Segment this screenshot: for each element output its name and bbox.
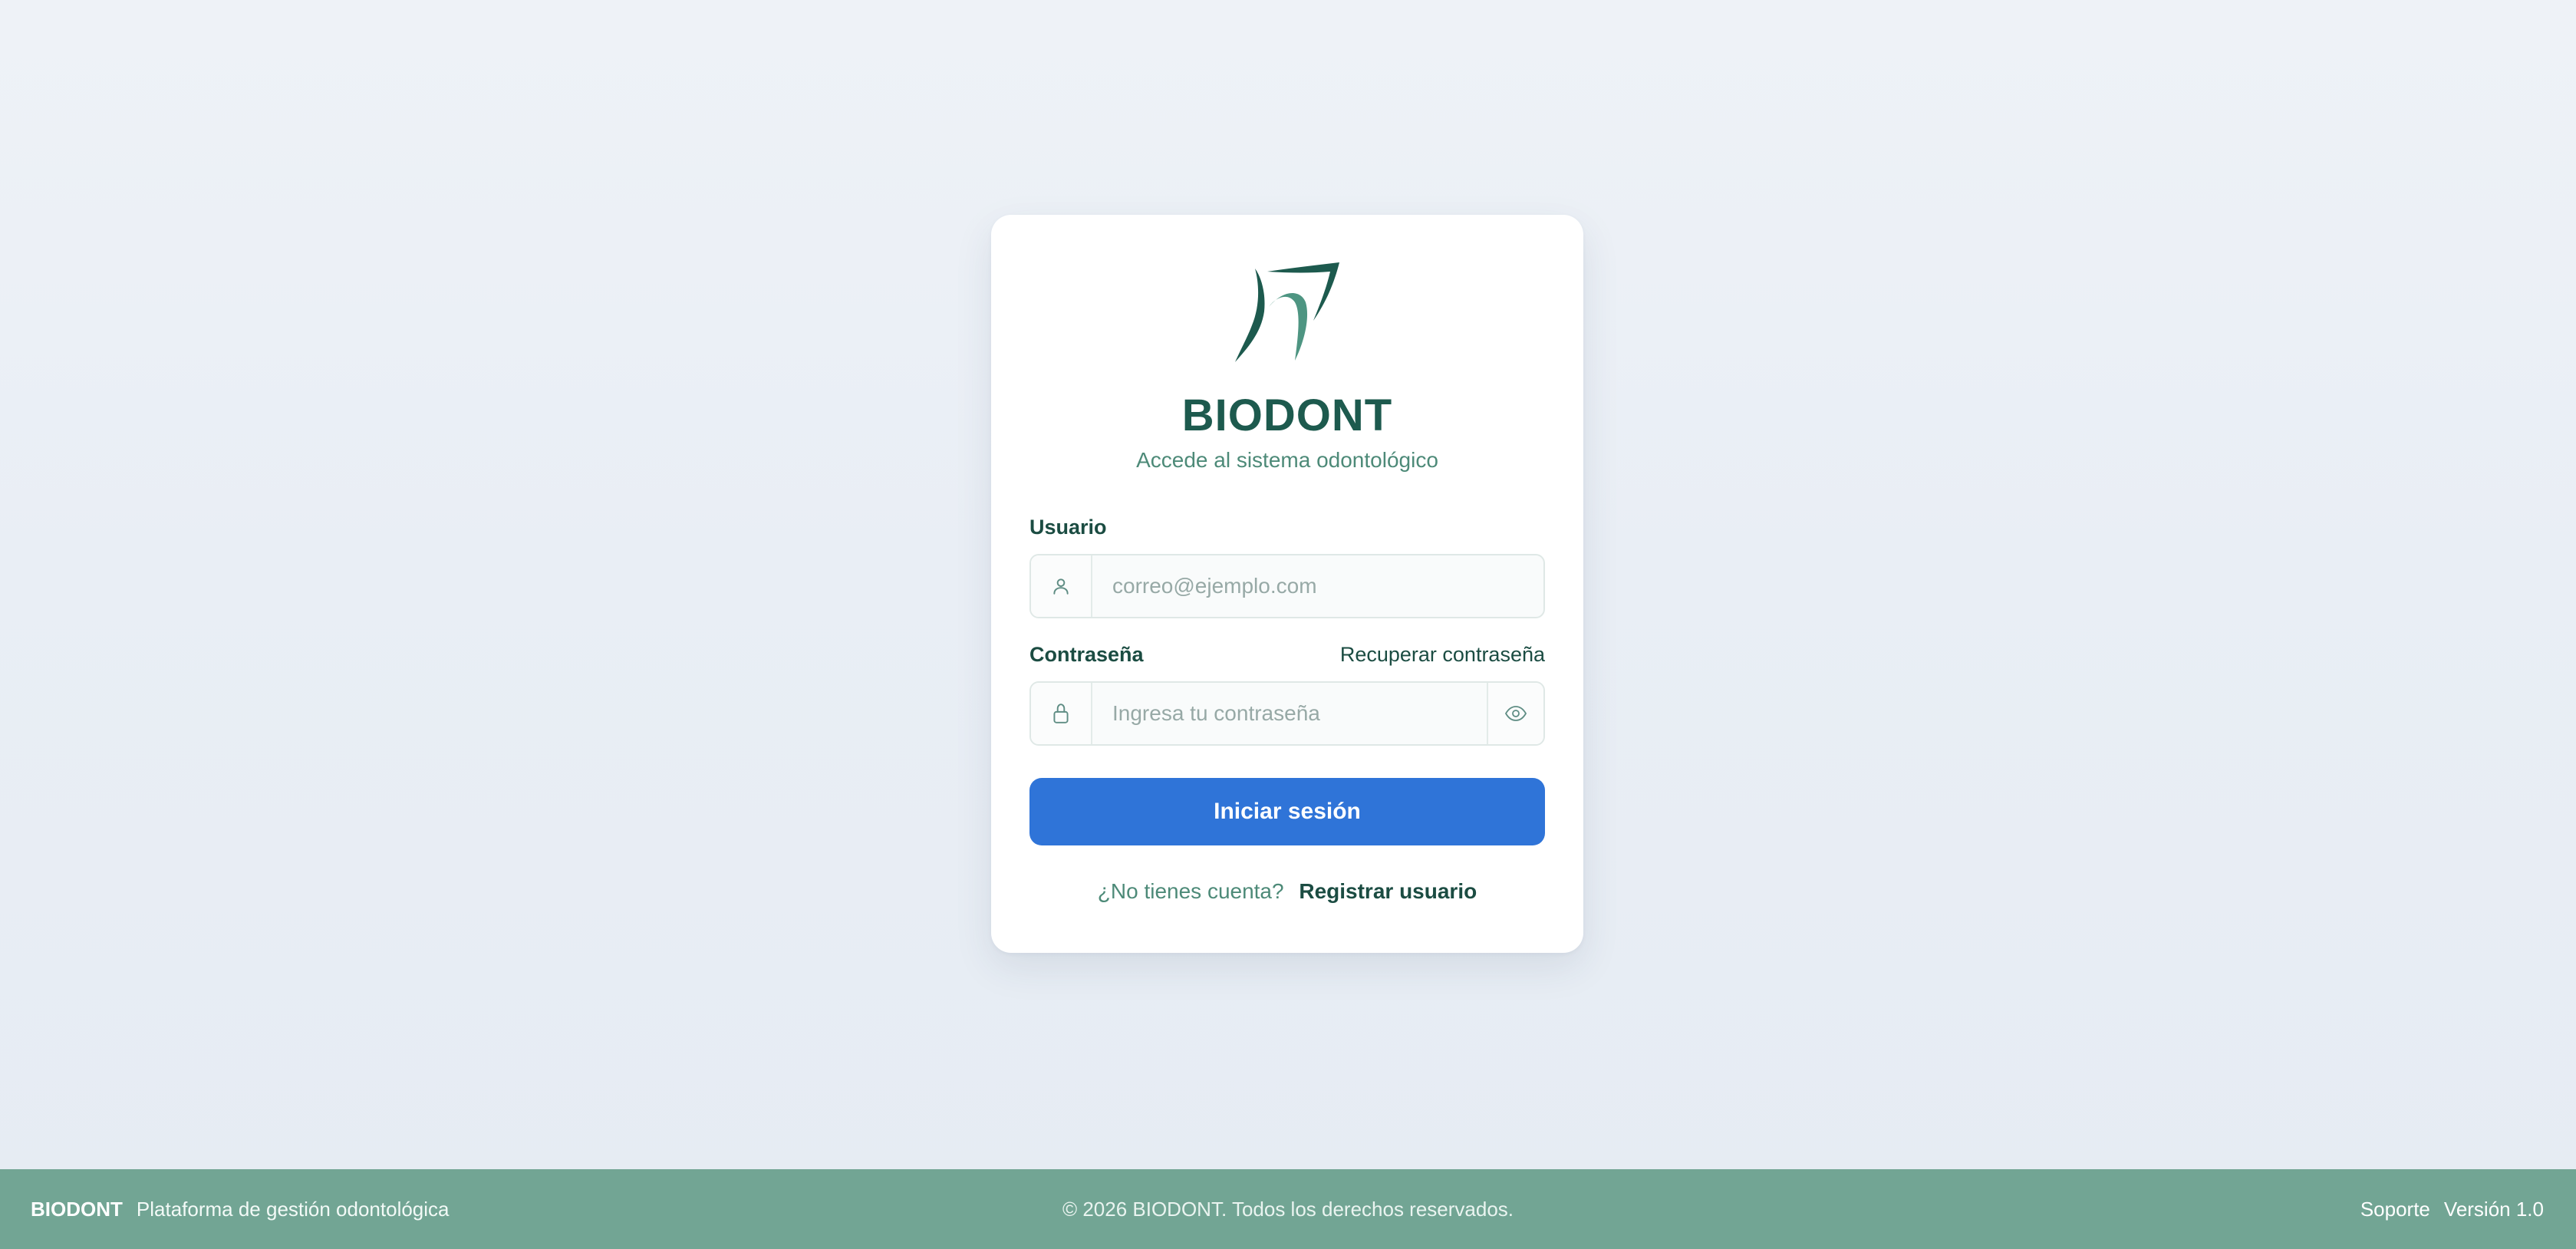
brand-subtitle: Accede al sistema odontológico — [1136, 448, 1438, 472]
register-question: ¿No tienes cuenta? — [1097, 879, 1284, 903]
version-label: Versión 1.0 — [2443, 1197, 2544, 1221]
recover-password-link[interactable]: Recuperar contraseña — [1340, 643, 1545, 667]
password-label: Contraseña — [1029, 643, 1144, 666]
username-label: Usuario — [1029, 516, 1107, 539]
username-field — [1029, 554, 1545, 618]
user-icon — [1031, 555, 1092, 617]
password-input[interactable] — [1092, 683, 1487, 744]
login-page: BIODONT Accede al sistema odontológico U… — [0, 0, 2576, 1169]
username-input[interactable] — [1092, 555, 1543, 617]
tooth-icon — [1235, 262, 1339, 362]
support-link[interactable]: Soporte — [2360, 1198, 2430, 1221]
register-link[interactable]: Registrar usuario — [1299, 879, 1477, 903]
lock-icon — [1031, 683, 1092, 744]
footer-copyright: © 2026 BIODONT. Todos los derechos reser… — [1062, 1197, 1514, 1221]
password-field — [1029, 681, 1545, 746]
brand-title: BIODONT — [1181, 391, 1393, 440]
login-button[interactable]: Iniciar sesión — [1029, 778, 1545, 845]
login-card: BIODONT Accede al sistema odontológico U… — [991, 215, 1583, 953]
register-row: ¿No tienes cuenta? Registrar usuario — [991, 879, 1583, 904]
footer-right: Soporte Versión 1.0 — [2347, 1169, 2544, 1249]
footer: BIODONT Plataforma de gestión odontológi… — [0, 1169, 2576, 1249]
eye-icon[interactable] — [1487, 683, 1543, 744]
